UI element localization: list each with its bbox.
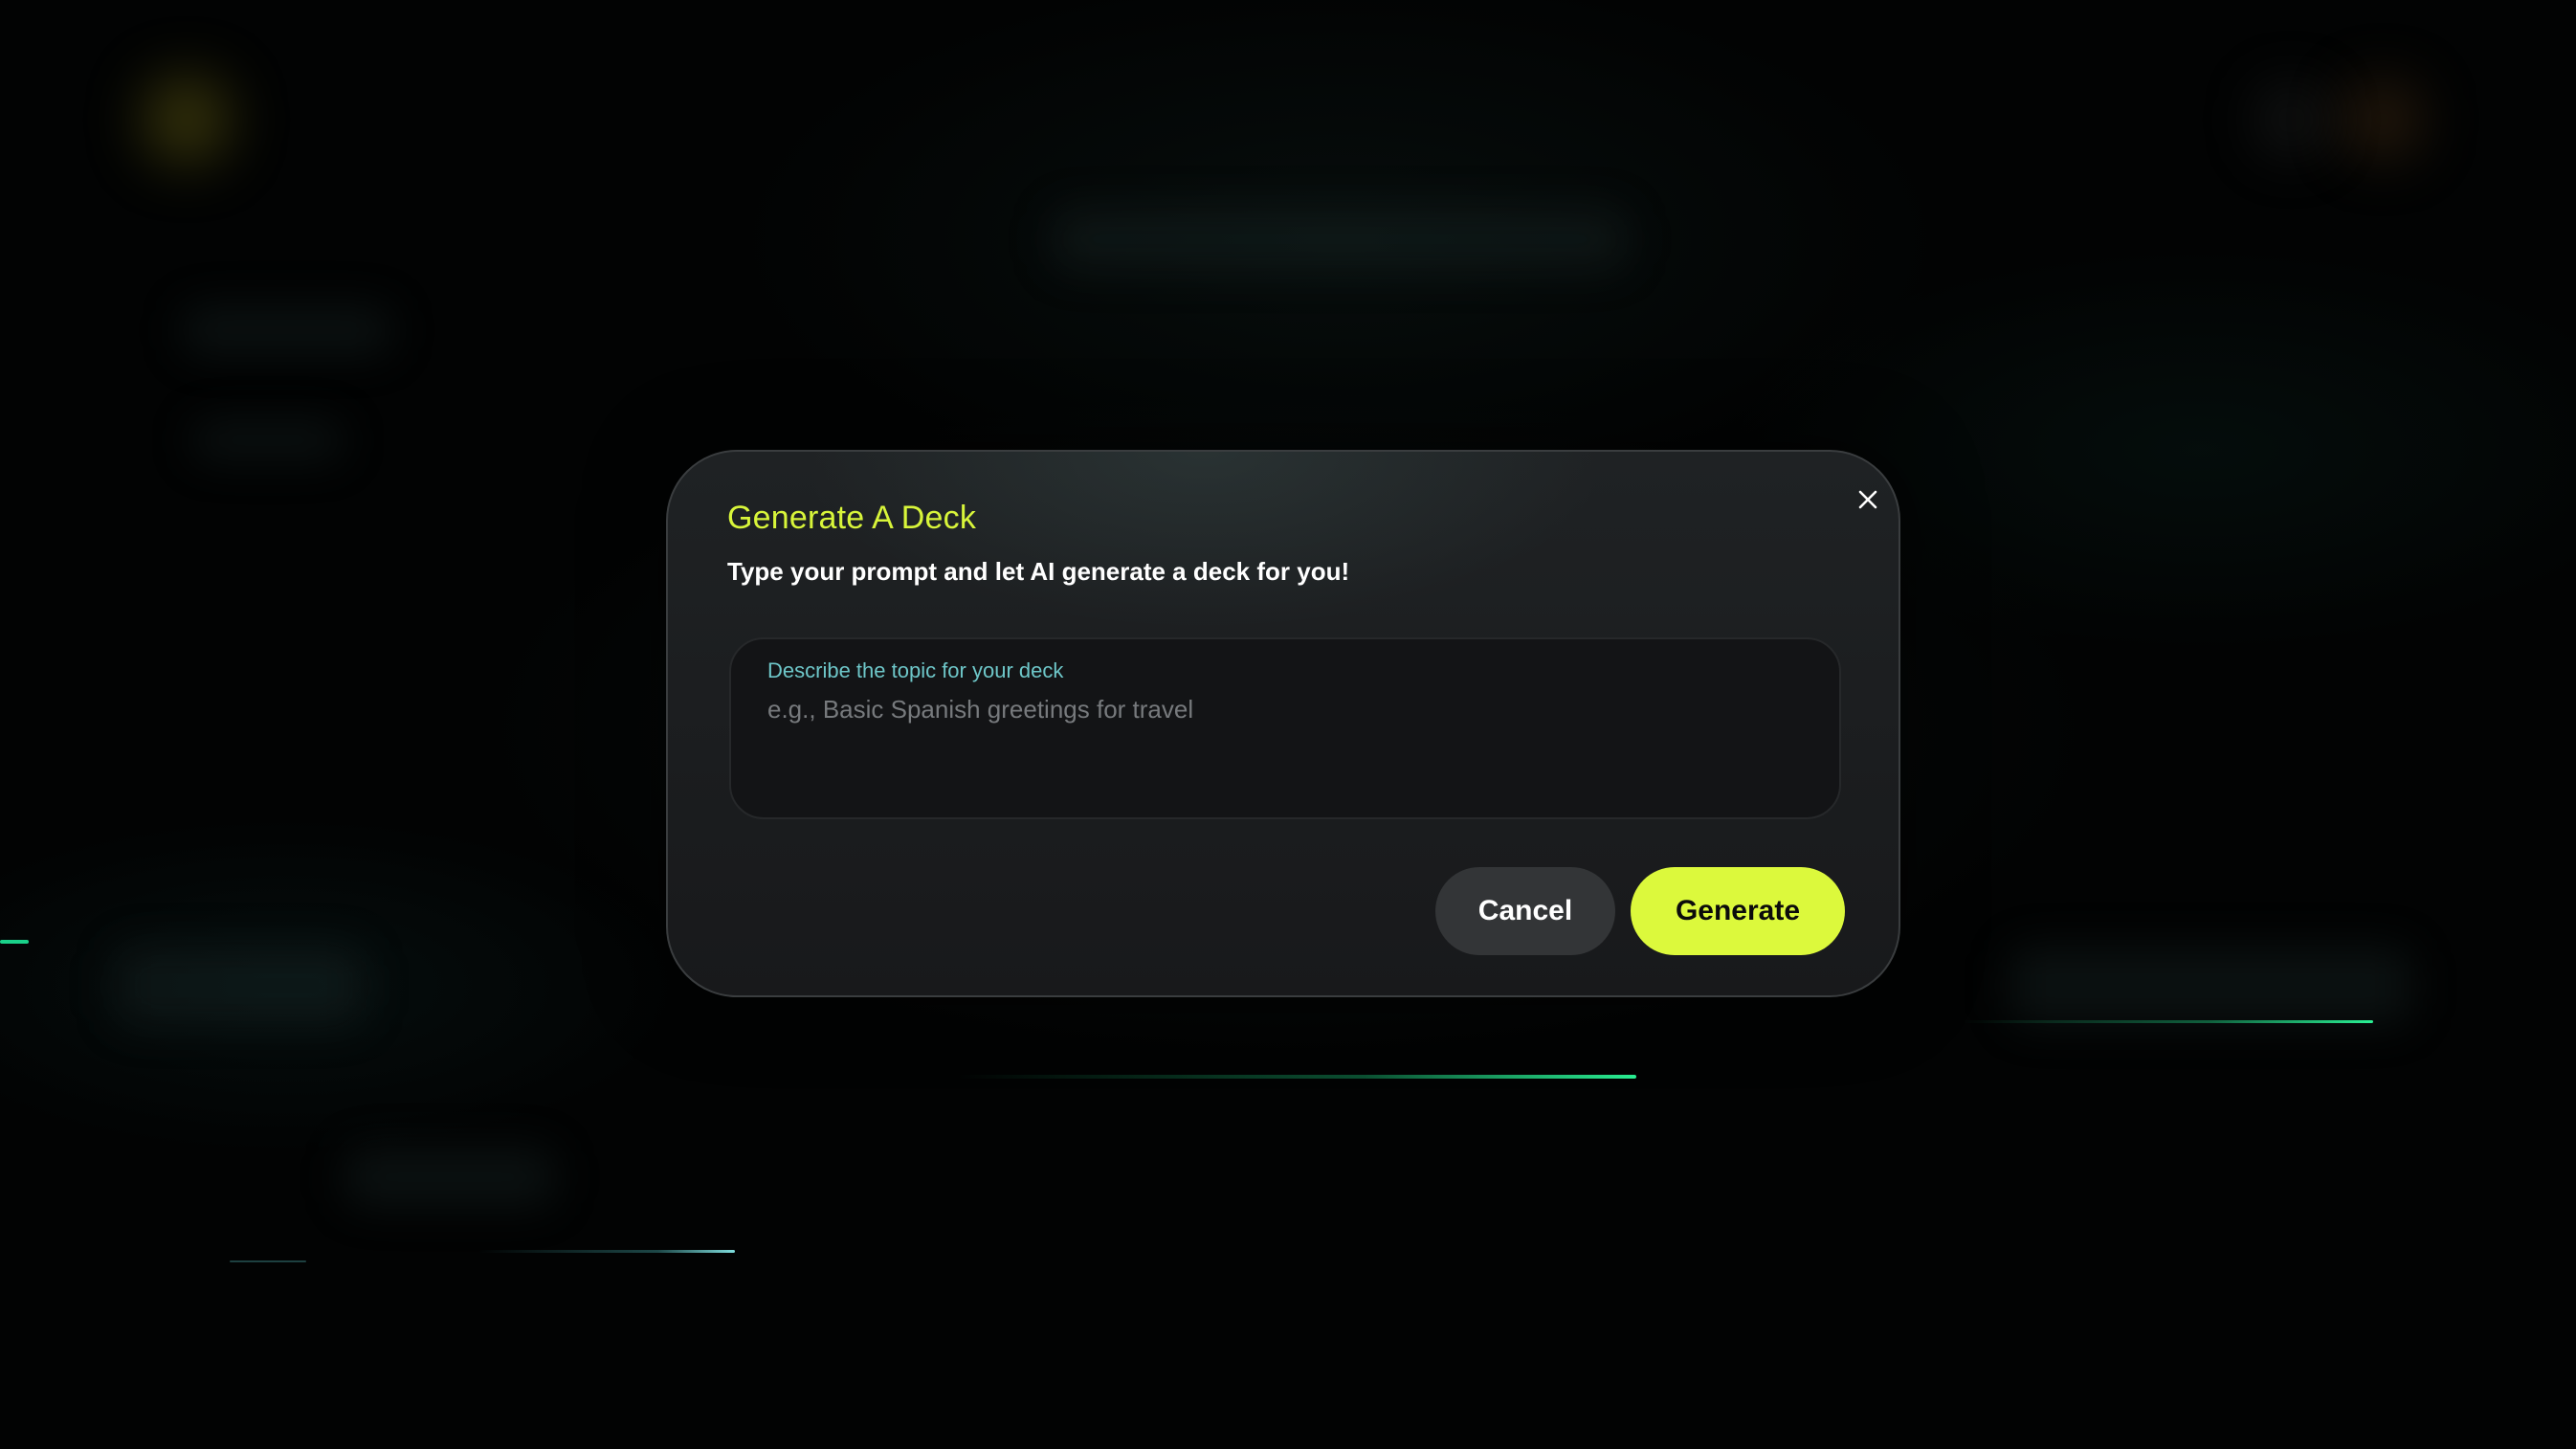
generate-button[interactable]: Generate <box>1631 867 1845 955</box>
blurred-content-block <box>1053 211 1627 268</box>
generate-deck-dialog: Generate A Deck Type your prompt and let… <box>666 450 1900 997</box>
blurred-content-block <box>2010 947 2411 1024</box>
light-streak <box>0 940 29 944</box>
blurred-content-block <box>115 947 364 1024</box>
light-streak <box>230 1260 306 1262</box>
blurred-logo-glow <box>144 77 230 163</box>
light-streak <box>1962 1020 2373 1023</box>
close-button[interactable] <box>1849 480 1887 519</box>
blurred-content-block <box>344 1148 555 1206</box>
blurred-content-block <box>191 421 344 459</box>
close-icon <box>1858 490 1877 509</box>
dialog-subtitle: Type your prompt and let AI generate a d… <box>727 557 1350 586</box>
light-streak <box>957 1075 1636 1079</box>
blurred-header-icon <box>2258 86 2325 153</box>
blurred-avatar <box>2344 81 2421 158</box>
topic-input[interactable] <box>766 693 1803 802</box>
cancel-button[interactable]: Cancel <box>1435 867 1615 955</box>
app-background: Generate A Deck Type your prompt and let… <box>0 0 2576 1449</box>
blurred-content-block <box>182 306 392 354</box>
topic-field-label: Describe the topic for your deck <box>767 658 1064 682</box>
topic-field[interactable]: Describe the topic for your deck <box>729 637 1841 819</box>
light-streak <box>478 1250 735 1253</box>
dialog-title: Generate A Deck <box>727 500 977 536</box>
